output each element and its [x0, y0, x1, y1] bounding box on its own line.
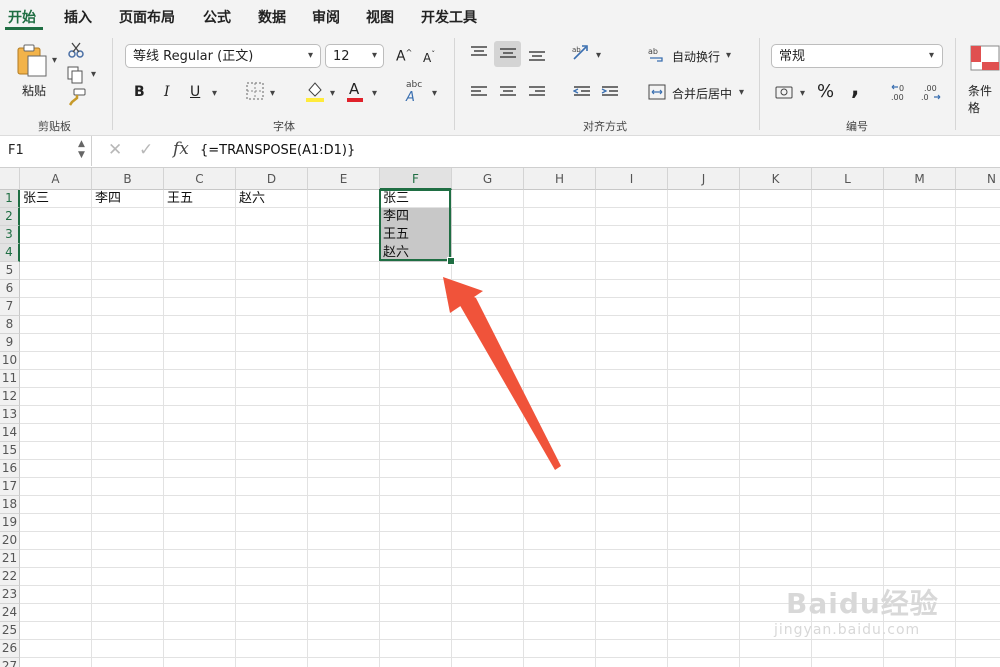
watermark-logo: Baidu经验: [786, 587, 939, 620]
annotation-arrow: [443, 277, 561, 470]
watermark-url: jingyan.baidu.com: [774, 622, 921, 638]
